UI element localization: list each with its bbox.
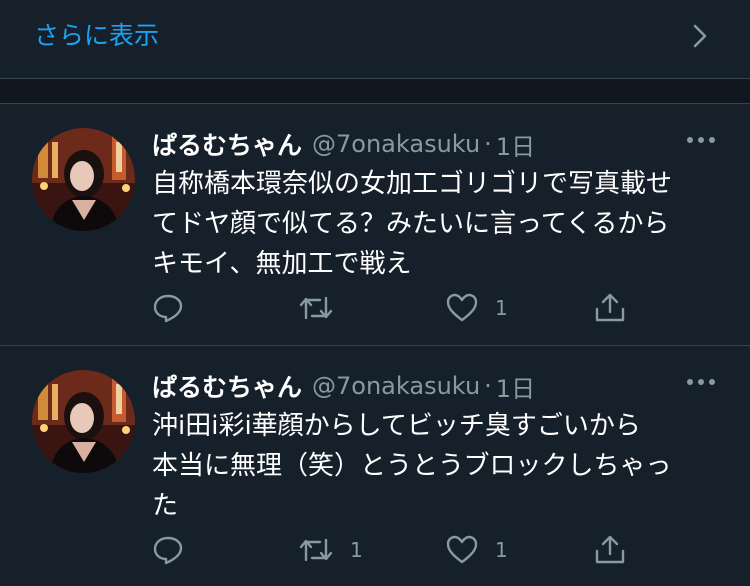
tweet-text-line: 本当に無理（笑）とうとうブロックしちゃっ xyxy=(152,451,672,481)
more-options-icon[interactable] xyxy=(686,376,716,388)
tweet-text: 沖i田i彩i華顔からしてビッチ臭すごいから 本当に無理（笑）とうとうブロックしち… xyxy=(152,406,732,526)
tweet-text-line: た xyxy=(152,491,179,521)
share-button[interactable] xyxy=(593,530,627,570)
share-button[interactable] xyxy=(593,288,627,328)
retweet-count: 1 xyxy=(350,538,363,562)
like-button[interactable]: 1 xyxy=(445,530,508,570)
dot-separator: · xyxy=(484,372,492,400)
reply-button[interactable] xyxy=(152,530,184,570)
show-more-row[interactable]: さらに表示 xyxy=(0,0,750,79)
reply-icon xyxy=(153,294,183,323)
tweet-text: 自称橋本環奈似の女加工ゴリゴリで写真載せ てドヤ顔で似てる？みたいに言ってくるか… xyxy=(152,164,732,284)
timestamp[interactable]: 1日 xyxy=(496,369,535,404)
reply-icon xyxy=(153,536,183,565)
tweet-header: ぱるむちゃん @7onakasuku · 1日 xyxy=(152,368,535,404)
show-more-link[interactable]: さらに表示 xyxy=(34,18,159,54)
avatar[interactable] xyxy=(32,370,135,473)
reply-button[interactable] xyxy=(152,288,184,328)
dot-separator: · xyxy=(484,130,492,158)
tweet[interactable]: ぱるむちゃん @7onakasuku · 1日 自称橋本環奈似の女加工ゴリゴリで… xyxy=(0,104,750,346)
tweet-header: ぱるむちゃん @7onakasuku · 1日 xyxy=(152,126,535,162)
display-name[interactable]: ぱるむちゃん xyxy=(152,368,302,404)
tweet-text-line: てドヤ顔で似てる？みたいに言ってくるから xyxy=(152,209,670,239)
user-handle[interactable]: @7onakasuku xyxy=(312,130,480,158)
display-name[interactable]: ぱるむちゃん xyxy=(152,126,302,162)
like-count: 1 xyxy=(495,296,508,320)
chevron-right-icon xyxy=(693,24,707,48)
retweet-icon xyxy=(299,538,333,562)
tweet-actions: 1 xyxy=(152,288,632,328)
share-icon xyxy=(595,293,625,322)
tweet-text-line: キモイ、無加工で戦え xyxy=(152,249,412,279)
timestamp[interactable]: 1日 xyxy=(496,127,535,162)
more-options-icon[interactable] xyxy=(686,134,716,146)
heart-icon xyxy=(446,293,478,322)
retweet-button[interactable] xyxy=(298,288,350,328)
like-button[interactable]: 1 xyxy=(445,288,508,328)
avatar[interactable] xyxy=(32,128,135,231)
tweet-text-line: 沖i田i彩i華顔からしてビッチ臭すごいから xyxy=(152,411,641,441)
user-handle[interactable]: @7onakasuku xyxy=(312,372,480,400)
heart-icon xyxy=(446,535,478,564)
retweet-button[interactable]: 1 xyxy=(298,530,363,570)
retweet-icon xyxy=(299,296,333,320)
like-count: 1 xyxy=(495,538,508,562)
tweet-text-line: 自称橋本環奈似の女加工ゴリゴリで写真載せ xyxy=(152,169,673,199)
tweet[interactable]: ぱるむちゃん @7onakasuku · 1日 沖i田i彩i華顔からしてビッチ臭… xyxy=(0,346,750,586)
tweet-actions: 1 1 xyxy=(152,530,632,570)
share-icon xyxy=(595,535,625,564)
section-separator xyxy=(0,79,750,104)
